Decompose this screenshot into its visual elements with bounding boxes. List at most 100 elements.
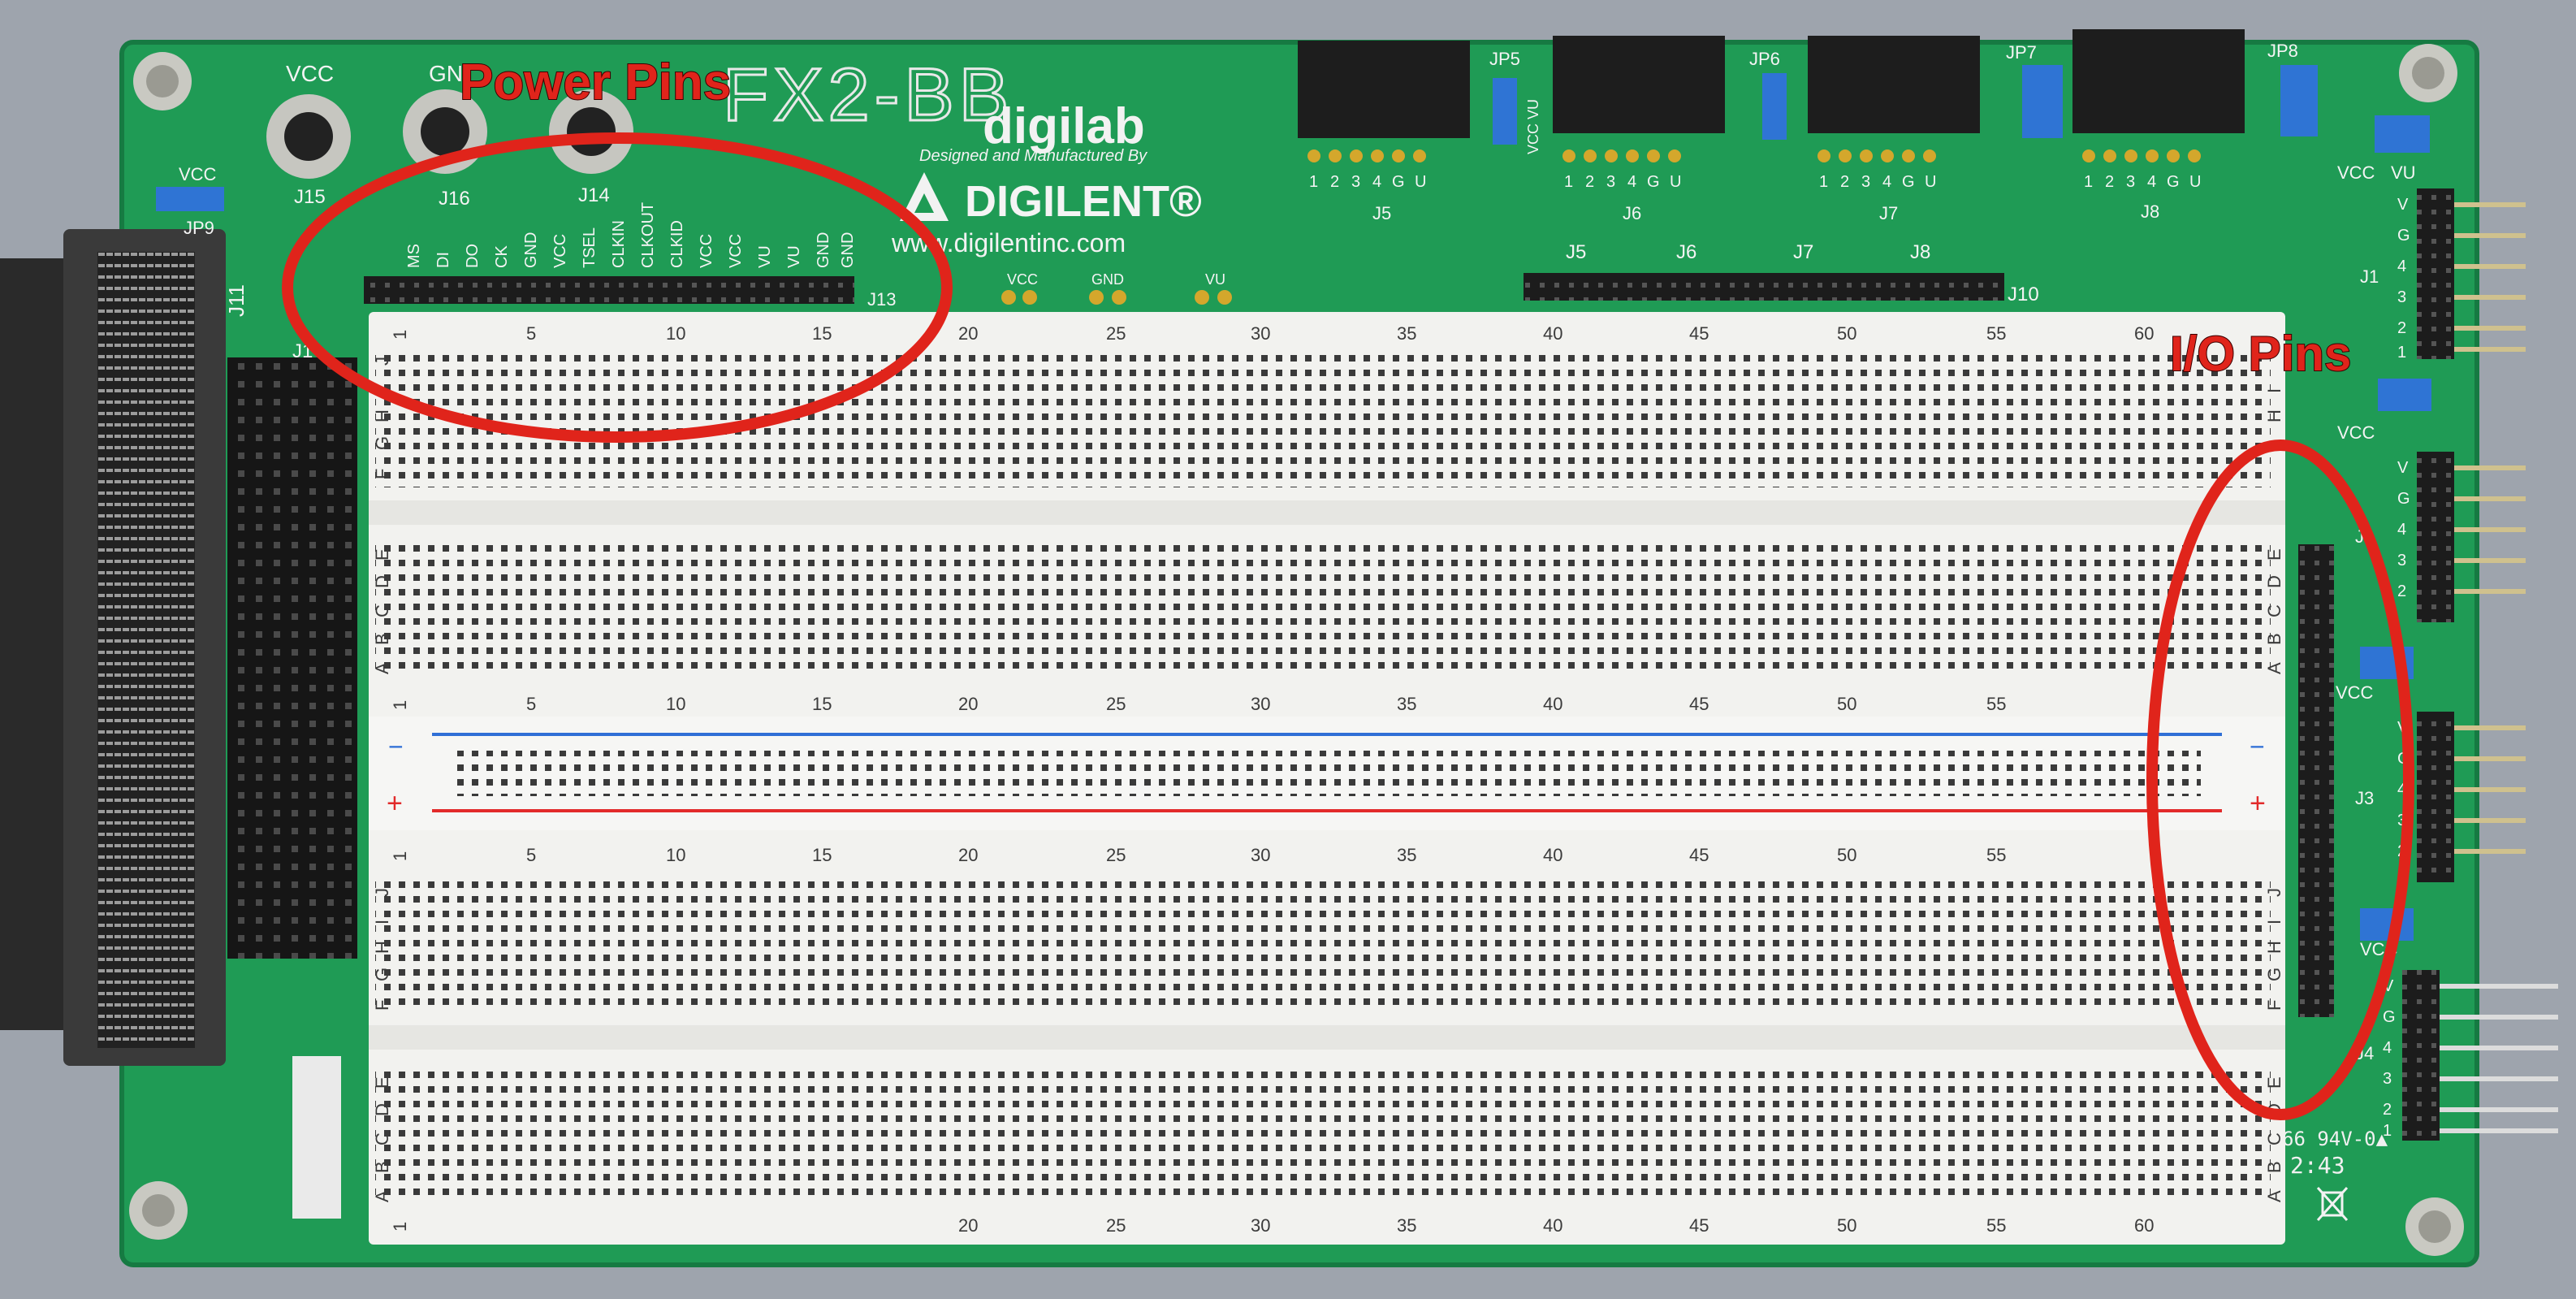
j10-header[interactable] (1524, 273, 2004, 301)
svg-text:2: 2 (2105, 173, 2114, 191)
svg-text:D: D (372, 575, 392, 588)
svg-text:JP5: JP5 (1489, 49, 1520, 69)
svg-text:40: 40 (1543, 323, 1562, 344)
jp5-jumper[interactable] (1493, 78, 1517, 145)
jp6-jumper[interactable] (1762, 73, 1787, 140)
j7-connector[interactable] (1808, 36, 1980, 133)
svg-text:GND: GND (522, 232, 540, 268)
j4-header[interactable] (2402, 970, 2440, 1141)
svg-text:1: 1 (1819, 173, 1828, 191)
svg-text:50: 50 (1837, 845, 1856, 865)
svg-text:VU: VU (785, 245, 803, 268)
svg-text:G: G (2167, 173, 2180, 191)
io-strip-header[interactable] (2298, 544, 2334, 1017)
svg-text:G: G (2264, 968, 2284, 981)
svg-text:C: C (2264, 1132, 2284, 1145)
svg-text:50: 50 (1837, 1215, 1856, 1236)
svg-text:B: B (372, 1161, 392, 1173)
svg-text:50: 50 (1837, 694, 1856, 714)
svg-text:F: F (2264, 1000, 2284, 1011)
svg-text:5: 5 (526, 694, 536, 714)
j2-header[interactable] (2417, 452, 2454, 622)
svg-text:1: 1 (2397, 344, 2406, 362)
svg-text:DO: DO (464, 244, 482, 268)
svg-text:CLKIN: CLKIN (610, 220, 628, 268)
svg-text:1: 1 (390, 1222, 410, 1232)
jp-right-jumper[interactable] (2375, 115, 2430, 153)
svg-text:55: 55 (1986, 694, 2006, 714)
j8-connector[interactable] (2072, 29, 2245, 133)
svg-text:H: H (372, 941, 392, 954)
company-name: DIGILENT® (965, 177, 1202, 226)
svg-text:4: 4 (1372, 173, 1381, 191)
svg-text:A: A (2264, 662, 2284, 674)
svg-text:VCC: VCC (2336, 682, 2374, 703)
svg-text:J10: J10 (2008, 284, 2039, 305)
svg-text:C: C (372, 604, 392, 617)
svg-text:I: I (372, 920, 392, 924)
svg-text:B: B (372, 633, 392, 645)
svg-text:J: J (2264, 888, 2284, 897)
svg-text:60: 60 (2134, 323, 2154, 344)
j13-header[interactable] (364, 276, 854, 304)
svg-text:CK: CK (493, 245, 511, 268)
j14-label: J14 (578, 184, 610, 206)
svg-text:E: E (2264, 548, 2284, 561)
svg-text:25: 25 (1106, 323, 1126, 344)
svg-text:20: 20 (958, 323, 978, 344)
svg-text:50: 50 (1837, 323, 1856, 344)
svg-text:VU: VU (2391, 162, 2416, 183)
jp9-jumper[interactable] (156, 187, 224, 211)
svg-text:2: 2 (2383, 1101, 2392, 1119)
svg-text:CLKOUT: CLKOUT (639, 202, 657, 268)
svg-text:40: 40 (1543, 1215, 1562, 1236)
svg-text:A: A (372, 662, 392, 674)
svg-text:45: 45 (1689, 1215, 1709, 1236)
svg-text:2: 2 (1840, 173, 1849, 191)
jp7-jumper[interactable] (2022, 65, 2063, 138)
svg-text:J8: J8 (1910, 241, 1930, 263)
svg-text:3: 3 (1861, 173, 1870, 191)
svg-text:JP6: JP6 (1749, 49, 1780, 69)
rail-minus-left: − (388, 732, 404, 761)
svg-text:35: 35 (1397, 694, 1416, 714)
gnd-jack-label: GN (429, 61, 463, 86)
svg-text:J: J (372, 357, 392, 366)
svg-text:3: 3 (2126, 173, 2135, 191)
svg-text:G: G (1902, 173, 1915, 191)
j6-connector[interactable] (1553, 36, 1725, 133)
svg-text:GND: GND (839, 232, 857, 268)
svg-text:1: 1 (390, 700, 410, 710)
svg-text:45: 45 (1689, 694, 1709, 714)
j5-connector[interactable] (1298, 41, 1470, 138)
svg-text:55: 55 (1986, 845, 2006, 865)
pad-vcc-label: VCC (1007, 271, 1038, 288)
jp5-side-label: VCC VU (1525, 99, 1541, 154)
svg-text:CLKID: CLKID (668, 220, 686, 268)
svg-text:1: 1 (1309, 173, 1318, 191)
j15-label: J15 (294, 186, 326, 208)
svg-text:JP7: JP7 (2006, 42, 2037, 63)
brand-digilab: digilab (983, 98, 1145, 154)
manufacturer-line: Designed and Manufactured By (919, 147, 1148, 165)
rail-plus-right: + (2250, 788, 2266, 819)
svg-text:A: A (372, 1190, 392, 1202)
svg-text:JP8: JP8 (2267, 41, 2298, 61)
j1-header[interactable] (2417, 188, 2454, 359)
svg-text:3: 3 (2397, 552, 2406, 569)
rail-plus-left: + (387, 788, 403, 819)
svg-text:45: 45 (1689, 845, 1709, 865)
jp8-jumper[interactable] (2280, 65, 2318, 136)
svg-text:J6: J6 (1676, 241, 1696, 263)
svg-text:DI: DI (434, 252, 452, 268)
svg-text:U: U (1925, 173, 1936, 191)
svg-text:4: 4 (2397, 521, 2406, 539)
svg-text:3: 3 (1606, 173, 1615, 191)
svg-text:25: 25 (1106, 694, 1126, 714)
svg-text:U: U (1670, 173, 1681, 191)
j3-header[interactable] (2417, 712, 2454, 882)
svg-text:I: I (2264, 920, 2284, 924)
svg-text:G: G (1647, 173, 1660, 191)
svg-text:VCC: VCC (2337, 162, 2375, 183)
svg-text:55: 55 (1986, 1215, 2006, 1236)
